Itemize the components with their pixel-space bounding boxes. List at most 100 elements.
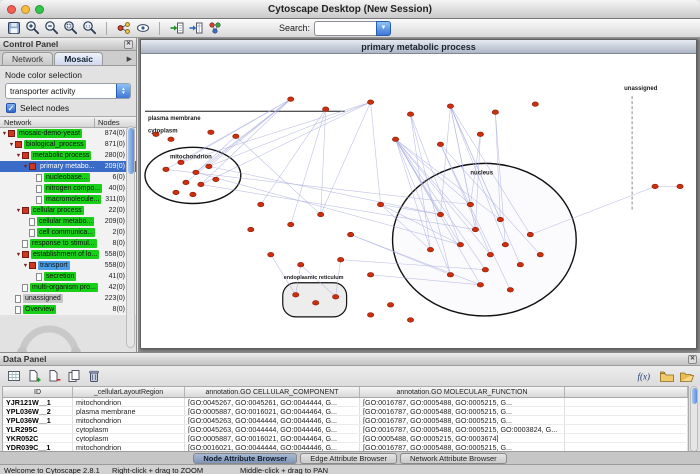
table-row[interactable]: YPL036W__2plasma membrane[GO:0005887, GO… <box>3 407 688 416</box>
table-scrollbar[interactable] <box>690 386 698 452</box>
network-node[interactable] <box>298 262 304 267</box>
network-node[interactable] <box>377 202 383 207</box>
zoom-selected-icon[interactable] <box>62 20 79 36</box>
tree-row[interactable]: cell communica...2(0) <box>0 227 136 238</box>
network-node[interactable] <box>507 287 513 292</box>
color-attribute-combo[interactable]: transporter activity ▲▼ <box>5 83 131 99</box>
network-node[interactable] <box>652 184 658 189</box>
tab-network[interactable]: Network <box>2 52 53 65</box>
save-session-icon[interactable] <box>5 20 22 36</box>
zoom-in-icon[interactable] <box>24 20 41 36</box>
network-node[interactable] <box>447 272 453 277</box>
network-node[interactable] <box>437 212 443 217</box>
network-node[interactable] <box>482 267 488 272</box>
tree-row[interactable]: ▼mosaic-demo-yeast874(0) <box>0 128 136 139</box>
column-header[interactable]: ID <box>3 387 73 397</box>
graphics-details-icon[interactable] <box>134 20 151 36</box>
network-frame-titlebar[interactable]: primary metabolic process <box>141 40 696 54</box>
zoom-out-icon[interactable] <box>43 20 60 36</box>
network-node[interactable] <box>467 202 473 207</box>
network-node[interactable] <box>337 257 343 262</box>
network-node[interactable] <box>502 242 508 247</box>
control-panel-scrollbar[interactable] <box>126 126 135 348</box>
tree-row[interactable]: ▼metabolic process280(0) <box>0 150 136 161</box>
network-node[interactable] <box>472 227 478 232</box>
scrollbar-thumb[interactable] <box>128 128 134 174</box>
network-node[interactable] <box>168 137 174 142</box>
network-node[interactable] <box>487 252 493 257</box>
expand-toggle-icon[interactable]: ▼ <box>1 131 8 137</box>
tree-row[interactable]: nitrogen compo...40(0) <box>0 183 136 194</box>
tree-row[interactable]: response to stimul...8(0) <box>0 238 136 249</box>
network-node[interactable] <box>206 164 212 169</box>
network-node[interactable] <box>248 227 254 232</box>
expand-toggle-icon[interactable]: ▼ <box>22 164 29 170</box>
table-row[interactable]: YLR295Ccytoplasm[GO:0045263, GO:0044444,… <box>3 425 688 434</box>
column-header[interactable]: _cellularLayoutRegion <box>73 387 185 397</box>
network-node[interactable] <box>312 301 318 306</box>
network-canvas[interactable]: plasma membranecytoplasmmitochondrionnuc… <box>141 54 696 348</box>
network-node[interactable] <box>477 132 483 137</box>
expand-toggle-icon[interactable]: ▼ <box>22 263 29 269</box>
network-node[interactable] <box>190 192 196 197</box>
close-window-button[interactable] <box>7 5 16 14</box>
tree-row[interactable]: Overview8(0) <box>0 304 136 315</box>
tree-row[interactable]: ▼establishment of lo...558(0) <box>0 249 136 260</box>
tree-row[interactable]: macromolecule...311(0) <box>0 194 136 205</box>
network-node[interactable] <box>288 97 294 102</box>
network-node[interactable] <box>233 134 239 139</box>
tree-row[interactable]: multi-organism pro...42(0) <box>0 282 136 293</box>
first-neighbors-icon[interactable] <box>115 20 132 36</box>
clear-table-icon[interactable] <box>85 368 102 384</box>
network-node[interactable] <box>163 167 169 172</box>
column-header[interactable]: annotation.GO CELLULAR_COMPONENT <box>185 387 360 397</box>
network-node[interactable] <box>532 102 538 107</box>
network-node[interactable] <box>492 110 498 115</box>
search-input[interactable] <box>314 21 376 36</box>
network-node[interactable] <box>407 112 413 117</box>
formula-builder-icon[interactable]: f(x) <box>634 368 655 384</box>
network-node[interactable] <box>527 232 533 237</box>
column-header[interactable]: annotation.GO MOLECULAR_FUNCTION <box>360 387 565 397</box>
tree-row[interactable]: ▼cellular process22(0) <box>0 205 136 216</box>
tab-mosaic[interactable]: Mosaic <box>54 52 103 65</box>
network-node[interactable] <box>258 202 264 207</box>
tab-scroll-right-icon[interactable]: ▶ <box>127 55 134 65</box>
network-node[interactable] <box>347 232 353 237</box>
search-dropdown-icon[interactable]: ▼ <box>376 21 391 36</box>
tree-row[interactable]: secretion41(0) <box>0 271 136 282</box>
expand-toggle-icon[interactable]: ▼ <box>15 153 22 159</box>
network-node[interactable] <box>317 212 323 217</box>
import-attributes-icon[interactable] <box>187 20 204 36</box>
network-node[interactable] <box>288 222 294 227</box>
nucleus-region[interactable] <box>393 163 577 316</box>
network-node[interactable] <box>193 170 199 175</box>
maximize-window-button[interactable] <box>35 5 44 14</box>
zoom-fit-icon[interactable]: 1:1 <box>81 20 98 36</box>
network-node[interactable] <box>387 303 393 308</box>
network-node[interactable] <box>208 130 214 135</box>
network-node[interactable] <box>517 262 523 267</box>
network-node[interactable] <box>367 313 373 318</box>
network-node[interactable] <box>173 190 179 195</box>
network-node[interactable] <box>477 282 483 287</box>
import-network-icon[interactable] <box>168 20 185 36</box>
data-panel-close-icon[interactable]: ✕ <box>688 355 697 364</box>
network-node[interactable] <box>178 160 184 165</box>
network-node[interactable] <box>537 252 543 257</box>
tree-column-network[interactable]: Network <box>0 118 94 127</box>
network-node[interactable] <box>293 293 299 298</box>
network-node[interactable] <box>213 177 219 182</box>
select-nodes-checkbox[interactable]: ✓ <box>6 103 16 113</box>
network-node[interactable] <box>183 180 189 185</box>
tree-row[interactable]: unassigned223(0) <box>0 293 136 304</box>
select-attributes-icon[interactable] <box>5 368 22 384</box>
network-node[interactable] <box>367 100 373 105</box>
tree-row[interactable]: ▼primary metabo...209(0) <box>0 161 136 172</box>
network-node[interactable] <box>367 272 373 277</box>
network-node[interactable] <box>427 247 433 252</box>
control-panel-close-icon[interactable]: ✕ <box>124 40 133 49</box>
tab-edge-attribute-browser[interactable]: Edge Attribute Browser <box>300 453 397 464</box>
expand-toggle-icon[interactable]: ▼ <box>15 252 22 258</box>
network-node[interactable] <box>677 184 683 189</box>
